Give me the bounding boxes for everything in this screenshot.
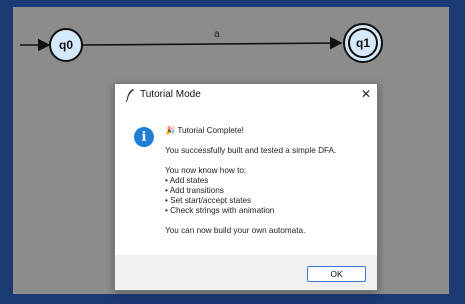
state-q0[interactable]: q0 <box>49 28 83 62</box>
transition-label: a <box>214 29 220 40</box>
dialog-titlebar[interactable]: Tutorial Mode ✕ <box>115 84 377 106</box>
list-item: • Set start/accept states <box>165 196 252 205</box>
list-item: • Add states <box>165 176 209 185</box>
close-button[interactable]: ✕ <box>355 84 377 104</box>
message-line: You successfully built and tested a simp… <box>165 146 337 155</box>
heading: 🎉 Tutorial Complete! <box>165 126 244 135</box>
state-q1[interactable]: q1 <box>343 23 383 63</box>
tutorial-dialog: Tutorial Mode ✕ i 🎉 Tutorial Complete! Y… <box>114 83 378 291</box>
info-icon: i <box>134 127 154 147</box>
close-icon: ✕ <box>360 87 372 101</box>
list-item: • Add transitions <box>165 186 224 195</box>
list-item: • Check strings with animation <box>165 206 275 215</box>
dialog-title: Tutorial Mode <box>140 89 201 100</box>
intro-line: You now know how to: <box>165 166 247 175</box>
state-q1-label: q1 <box>355 36 370 50</box>
transition-arrow <box>80 36 343 50</box>
dialog-footer: OK <box>115 255 377 290</box>
accept-ring: q1 <box>348 28 378 58</box>
closing-line: You can now build your own automata. <box>165 226 306 235</box>
state-q0-label: q0 <box>58 38 73 52</box>
feather-icon <box>125 89 134 102</box>
dialog-message: 🎉 Tutorial Complete! You successfully bu… <box>165 126 370 236</box>
dialog-body: i 🎉 Tutorial Complete! You successfully … <box>115 106 377 256</box>
ok-button[interactable]: OK <box>307 266 366 282</box>
